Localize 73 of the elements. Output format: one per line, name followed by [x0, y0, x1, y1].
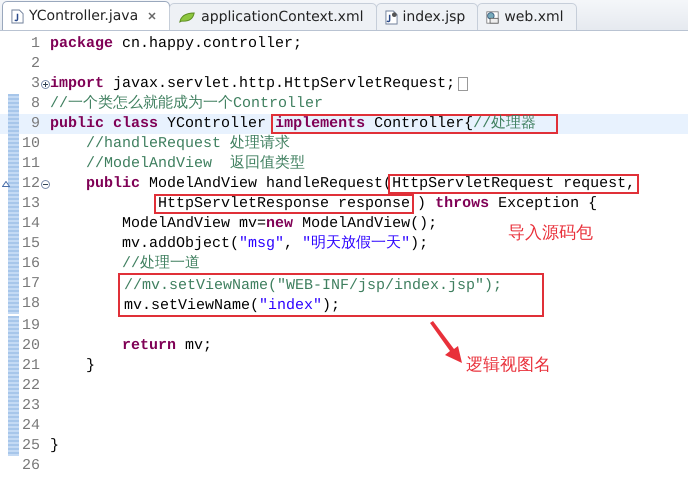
code-text: cn.happy.controller; — [121, 34, 302, 54]
line-number: 15 — [20, 234, 40, 254]
line-number: 8 — [30, 94, 40, 114]
highlighted-code: HttpServletResponse response — [158, 195, 410, 212]
code-text: YController — [166, 114, 268, 134]
code-text: Exception { — [497, 194, 598, 214]
java-file-icon — [11, 8, 24, 24]
line-number: 13 — [20, 194, 40, 214]
arrow-icon — [428, 321, 464, 365]
folded-code-icon[interactable] — [458, 77, 468, 91]
line-number: 1 — [30, 34, 40, 54]
code-text: ); — [410, 234, 428, 254]
web-file-icon — [486, 10, 500, 24]
code-text: mv; — [184, 336, 212, 356]
string-text: "msg" — [239, 234, 284, 254]
line-number: 3 — [30, 74, 40, 94]
highlighted-code: HttpServletRequest request, — [392, 175, 636, 192]
editor-tab[interactable]: YController.java — [2, 1, 170, 30]
line-number: 22 — [20, 376, 40, 396]
line-number: 23 — [20, 396, 40, 416]
line-number: 20 — [20, 336, 40, 356]
line-number: 17 — [20, 274, 40, 294]
comment-text: //一个类怎么就能成为一个Controller — [50, 94, 324, 114]
comment-text: //处理一道 — [121, 254, 200, 274]
expand-icon[interactable] — [40, 80, 50, 88]
line-number: 25 — [20, 436, 40, 456]
line-number: 18 — [20, 294, 40, 314]
jsp-file-icon — [384, 10, 398, 24]
line-number: 16 — [20, 254, 40, 274]
code-text: } — [50, 436, 60, 456]
keyword-text: new — [266, 214, 294, 234]
code-text: mv.addObject( — [121, 234, 240, 254]
line-number: 12 — [20, 174, 40, 194]
code-text: ModelAndView(); — [301, 214, 438, 234]
annotation-text: 逻辑视图名 — [466, 354, 551, 376]
code-text: mv.setViewName( — [124, 296, 260, 314]
line-number: 2 — [30, 54, 40, 74]
code-text: , — [284, 234, 294, 254]
comment-text: //handleRequest 处理请求 — [85, 134, 290, 154]
highlighted-code: //处理器 — [473, 115, 536, 132]
line-number: 21 — [20, 356, 40, 376]
comment-text: //mv.setViewName("WEB-INF/jsp/index.jsp"); — [124, 276, 502, 294]
string-text: "明天放假一天" — [302, 234, 410, 254]
line-number: 24 — [20, 416, 40, 436]
annotation-text: 导入源码包 — [508, 222, 593, 244]
code-text: } — [85, 356, 96, 376]
line-number: 11 — [20, 154, 40, 174]
highlighted-code: implements — [275, 115, 366, 132]
keyword-text: throws — [435, 194, 490, 214]
line-number: 9 — [30, 114, 40, 134]
comment-text: //ModelAndView 返回值类型 — [85, 154, 306, 174]
keyword-text: return — [121, 336, 176, 356]
line-number: 19 — [20, 316, 40, 336]
editor-tab[interactable]: index.jsp — [376, 3, 478, 30]
collapse-icon[interactable] — [40, 180, 50, 188]
editor-tab[interactable]: web.xml — [477, 3, 577, 30]
code-text: javax.servlet.http.HttpServletRequest; — [112, 74, 456, 94]
keyword-text: package — [50, 34, 114, 54]
line-number: 26 — [20, 456, 40, 476]
code-text: ) — [417, 194, 428, 214]
line-number: 14 — [20, 214, 40, 234]
leaf-icon — [178, 10, 196, 24]
code-text: ); — [322, 296, 340, 314]
code-text: ModelAndView mv= — [121, 214, 266, 234]
keyword-text: public class — [50, 114, 158, 134]
highlighted-code: Controller{ — [373, 115, 474, 132]
string-text: "index" — [259, 296, 322, 314]
editor-tab[interactable]: applicationContext.xml — [169, 3, 376, 30]
code-text: ModelAndView handleRequest( — [148, 174, 392, 194]
keyword-text: public — [85, 174, 140, 194]
close-icon[interactable] — [147, 11, 158, 21]
keyword-text: import — [50, 74, 104, 94]
line-number: 10 — [20, 134, 40, 154]
